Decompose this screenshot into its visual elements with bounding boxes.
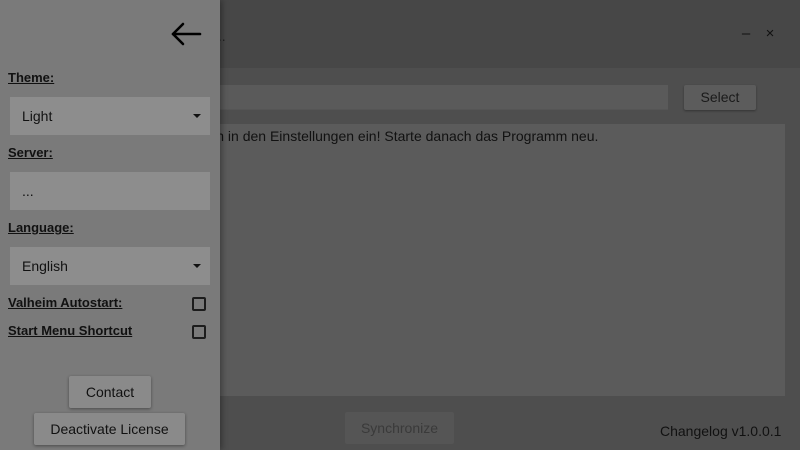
synchronize-button[interactable]: Synchronize <box>345 412 454 444</box>
chevron-down-icon <box>193 114 201 118</box>
server-input-value: ... <box>22 183 34 199</box>
changelog-link[interactable]: Changelog v1.0.0.1 <box>660 423 781 439</box>
start-menu-shortcut-checkbox[interactable] <box>192 325 206 339</box>
server-input[interactable]: ... <box>10 172 210 210</box>
arrow-left-icon[interactable] <box>170 21 202 47</box>
minimize-button[interactable]: – <box>736 24 756 44</box>
theme-label: Theme: <box>8 70 55 85</box>
language-select-value: English <box>22 258 68 274</box>
close-button[interactable]: × <box>760 24 780 44</box>
theme-select[interactable]: Light <box>10 97 210 135</box>
settings-panel: Theme: Light Server: ... Language: Engli… <box>0 0 220 450</box>
select-button[interactable]: Select <box>684 85 756 110</box>
language-select[interactable]: English <box>10 247 210 285</box>
valheim-autostart-label: Valheim Autostart: <box>8 295 123 310</box>
chevron-down-icon <box>193 264 201 268</box>
contact-button[interactable]: Contact <box>69 376 151 408</box>
deactivate-license-button[interactable]: Deactivate License <box>34 413 185 445</box>
start-menu-shortcut-label: Start Menu Shortcut <box>8 323 133 338</box>
log-message-text: Bitte trage den Pfad zu deinem Plugin in… <box>210 128 599 144</box>
theme-select-value: Light <box>22 108 53 124</box>
valheim-autostart-checkbox[interactable] <box>192 297 206 311</box>
log-output: Bitte trage den Pfad zu deinem Plugin in… <box>210 124 785 396</box>
plugin-path-input[interactable] <box>210 85 668 110</box>
language-label: Language: <box>8 220 74 235</box>
log-message: Bitte trage den Pfad zu deinem Plugin in… <box>210 128 785 144</box>
server-label: Server: <box>8 145 53 160</box>
